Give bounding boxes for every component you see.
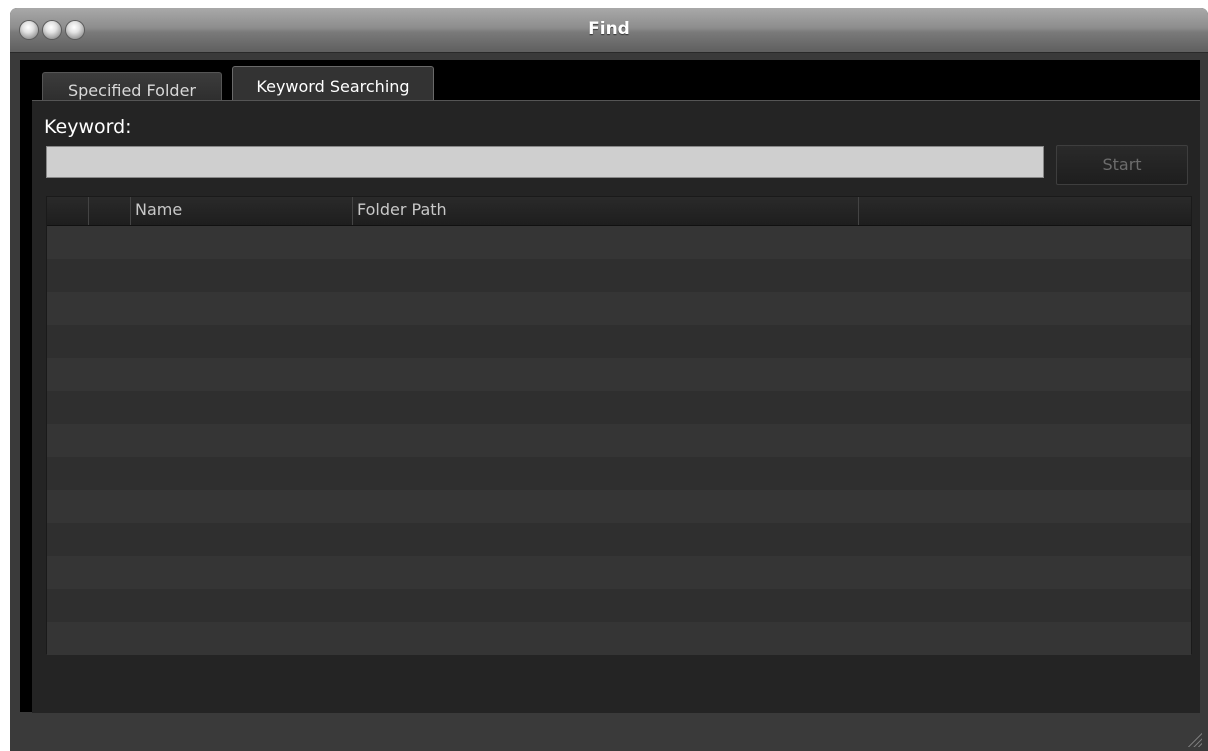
column-header-folder-path[interactable]: Folder Path <box>353 197 859 225</box>
table-row[interactable] <box>47 589 1191 622</box>
window-title: Find <box>588 19 630 39</box>
keyword-label: Keyword: <box>44 116 132 138</box>
column-header-blank-2[interactable] <box>89 197 131 225</box>
table-header: Name Folder Path <box>47 197 1191 226</box>
column-header-name[interactable]: Name <box>131 197 353 225</box>
table-row[interactable] <box>47 358 1191 391</box>
table-row[interactable] <box>47 226 1191 259</box>
title-bar[interactable]: Find <box>10 8 1208 53</box>
column-header-blank-1[interactable] <box>47 197 89 225</box>
keyword-input[interactable] <box>46 146 1044 178</box>
window-bottom-bar <box>10 713 1208 751</box>
table-row[interactable] <box>47 622 1191 655</box>
table-row[interactable] <box>47 490 1191 523</box>
column-header-blank-3[interactable] <box>859 197 1191 225</box>
results-table: Name Folder Path <box>46 196 1192 655</box>
table-row[interactable] <box>47 424 1191 457</box>
table-body[interactable] <box>47 226 1191 655</box>
table-row[interactable] <box>47 292 1191 325</box>
start-button[interactable]: Start <box>1056 145 1188 185</box>
keyword-search-panel: Keyword: Start Name Folder Path <box>32 100 1200 713</box>
find-window: Find Specified Folder Keyword Searching … <box>10 8 1208 751</box>
table-row[interactable] <box>47 523 1191 556</box>
table-row[interactable] <box>47 325 1191 358</box>
content-frame: Specified Folder Keyword Searching Keywo… <box>20 60 1200 713</box>
table-row[interactable] <box>47 457 1191 490</box>
table-row[interactable] <box>47 556 1191 589</box>
table-row[interactable] <box>47 259 1191 292</box>
table-row[interactable] <box>47 391 1191 424</box>
resize-grip-icon[interactable] <box>1184 729 1202 747</box>
